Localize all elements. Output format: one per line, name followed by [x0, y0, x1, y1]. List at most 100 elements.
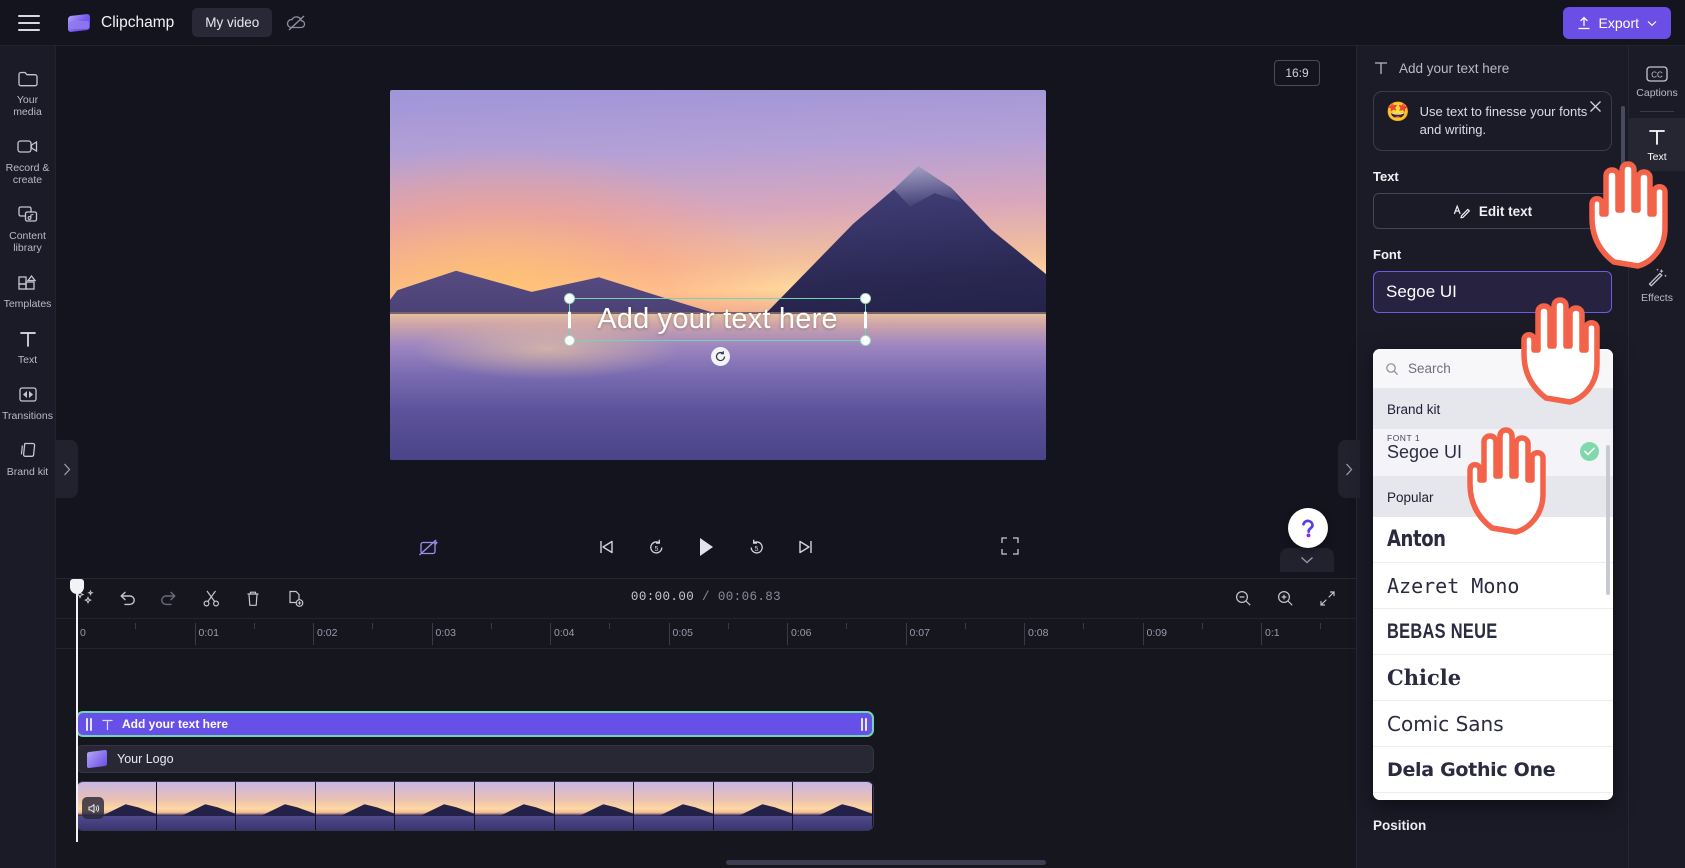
collapse-right-panel[interactable] — [1338, 440, 1360, 498]
playhead[interactable] — [70, 579, 84, 842]
skip-to-start-icon[interactable] — [591, 532, 621, 562]
sidebar-item-content-library[interactable]: Content library — [0, 194, 56, 262]
project-title[interactable]: My video — [192, 8, 273, 37]
font-option-azeret-mono[interactable]: Azeret Mono — [1373, 563, 1613, 609]
font-option-comic-sans[interactable]: Comic Sans — [1373, 701, 1613, 747]
tab-captions[interactable]: CC Captions — [1629, 56, 1685, 107]
collapse-timeline[interactable] — [1280, 548, 1334, 572]
clip-drag-handle-right[interactable] — [859, 716, 868, 733]
rotate-handle-icon[interactable] — [711, 347, 730, 366]
resize-handle-bottom-left[interactable] — [564, 335, 575, 346]
video-preview[interactable] — [390, 90, 1046, 460]
resize-handle-top-right[interactable] — [860, 293, 871, 304]
edit-text-button[interactable]: Edit text — [1373, 193, 1612, 229]
sidebar-item-record-create[interactable]: Record & create — [0, 126, 56, 194]
svg-text:CC: CC — [1651, 71, 1663, 80]
trash-icon[interactable] — [240, 585, 266, 611]
font-option-bebas-neue[interactable]: BEBAS NEUE — [1373, 609, 1613, 655]
font-dropdown: Search Brand kit FONT 1 Segoe UI Popular… — [1373, 349, 1613, 800]
timeline-clip-logo[interactable]: Your Logo — [76, 745, 874, 773]
brand-name: Clipchamp — [101, 13, 175, 31]
ruler-tick-minor — [609, 623, 611, 629]
resize-handle-bottom-right[interactable] — [860, 335, 871, 346]
hamburger-icon[interactable] — [18, 14, 40, 31]
ruler-tick-minor — [1083, 623, 1085, 629]
undo-icon[interactable] — [114, 585, 140, 611]
ruler-label: 0:04 — [554, 627, 575, 639]
brand-font-value: Segoe UI — [1387, 442, 1463, 462]
forward-5-icon[interactable]: 5 — [741, 532, 771, 562]
ruler-tick-minor — [253, 623, 255, 629]
sidebar-item-brand-kit[interactable]: Brand kit — [0, 430, 56, 486]
close-icon[interactable] — [1589, 100, 1602, 118]
speaker-icon[interactable] — [82, 797, 104, 819]
tab-text[interactable]: Text — [1628, 118, 1685, 171]
resize-handle-top-left[interactable] — [564, 293, 575, 304]
ruler-label: 0:1 — [1265, 627, 1280, 639]
font-search-input[interactable]: Search — [1373, 349, 1613, 389]
ruler-tick — [550, 623, 551, 645]
font-option-impact[interactable]: Impact — [1373, 793, 1613, 800]
text-section-label: Text — [1373, 169, 1399, 184]
clip-drag-handle[interactable] — [84, 716, 93, 733]
resize-handle-right[interactable] — [864, 311, 867, 328]
fit-to-screen-icon[interactable] — [1314, 585, 1340, 611]
filmstrip-frame — [793, 782, 873, 830]
ruler-tick-minor — [372, 623, 374, 629]
font-name: Dela Gothic One — [1387, 758, 1556, 781]
ruler-tick-minor — [846, 623, 848, 629]
redo-icon[interactable] — [156, 585, 182, 611]
collapse-left-panel[interactable] — [56, 440, 78, 498]
skip-to-end-icon[interactable] — [791, 532, 821, 562]
font-select[interactable]: Segoe UI — [1373, 271, 1612, 313]
export-button[interactable]: Export — [1562, 7, 1671, 39]
tab-effects[interactable]: Effects — [1629, 257, 1685, 312]
ruler-tick — [905, 623, 907, 645]
font-name: Azeret Mono — [1387, 573, 1520, 598]
rail-divider — [1640, 111, 1674, 112]
aspect-ratio-badge[interactable]: 16:9 — [1274, 60, 1320, 86]
sidebar-item-text[interactable]: Text — [0, 318, 56, 374]
filmstrip-frame — [236, 782, 316, 830]
left-sidebar: Your media Record & create Content libra… — [0, 46, 56, 868]
svg-text:5: 5 — [654, 546, 658, 553]
font-option-brand[interactable]: FONT 1 Segoe UI — [1373, 429, 1613, 477]
cloud-off-icon[interactable] — [282, 9, 312, 37]
filmstrip-frame — [156, 782, 237, 830]
scissors-icon[interactable] — [198, 585, 224, 611]
duplicate-icon[interactable] — [282, 585, 308, 611]
text-selection-box[interactable] — [564, 293, 871, 346]
brand: Clipchamp — [68, 12, 174, 34]
timeline-horizontal-scrollbar[interactable] — [726, 860, 1046, 865]
ruler-label: 0:01 — [198, 627, 219, 639]
timeline: 00:00.00 / 00:06.83 0 0:01 0:02 0:03 0:04 0:0… — [56, 578, 1356, 868]
font-option-chicle[interactable]: Chicle — [1373, 655, 1613, 701]
effects-wand-icon — [1648, 268, 1667, 287]
timeline-clip-text[interactable]: Add your text here — [76, 711, 874, 737]
ruler-tick-minor — [135, 623, 137, 629]
help-button[interactable] — [1288, 508, 1328, 548]
timeline-ruler[interactable]: 0 0:01 0:02 0:03 0:04 0:05 0:06 0:07 0:08 0:09 0:1 — [56, 619, 1356, 649]
panel-scrollbar[interactable] — [1621, 106, 1625, 236]
search-icon — [1386, 362, 1399, 375]
dropdown-scrollbar[interactable] — [1606, 445, 1610, 595]
sidebar-item-your-media[interactable]: Your media — [0, 58, 56, 126]
resize-handle-left[interactable] — [568, 311, 571, 328]
zoom-in-icon[interactable] — [1272, 585, 1298, 611]
font-option-dela-gothic-one[interactable]: Dela Gothic One — [1373, 747, 1613, 793]
zoom-out-icon[interactable] — [1230, 585, 1256, 611]
timeline-toolbar: 00:00.00 / 00:06.83 — [56, 579, 1356, 619]
font-option-anton[interactable]: Anton — [1373, 517, 1613, 563]
sidebar-item-transitions[interactable]: Transitions — [0, 374, 56, 430]
fullscreen-icon[interactable] — [1000, 536, 1026, 562]
sidebar-item-label: Text — [17, 354, 38, 366]
sidebar-item-templates[interactable]: Templates — [0, 262, 56, 318]
panel-title: Add your text here — [1399, 60, 1510, 76]
rewind-5-icon[interactable]: 5 — [641, 532, 671, 562]
autofix-button[interactable] — [416, 536, 444, 562]
ruler-label: 0:06 — [791, 627, 812, 639]
play-icon[interactable] — [691, 532, 721, 562]
text-t-icon — [1374, 62, 1388, 75]
timeline-clip-video[interactable] — [76, 781, 874, 831]
svg-text:5: 5 — [754, 546, 758, 553]
